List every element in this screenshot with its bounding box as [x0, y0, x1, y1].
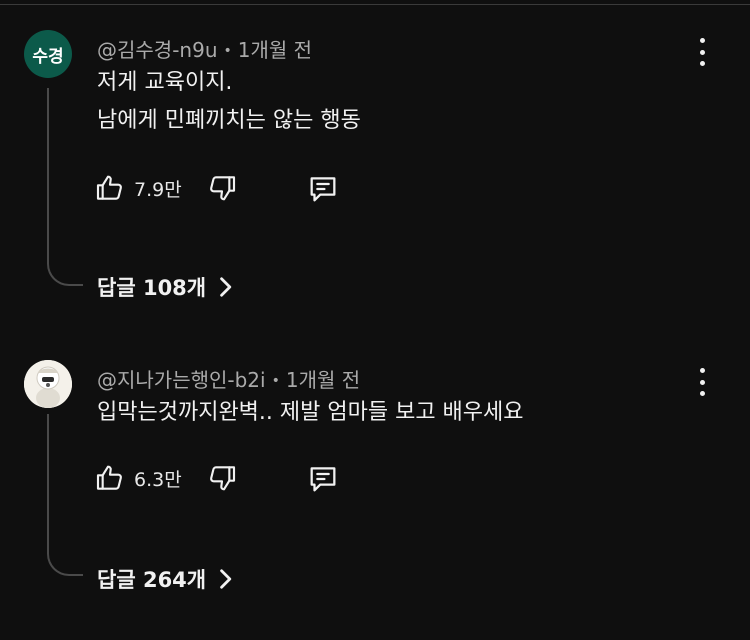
like-count: 6.3만 [134, 468, 182, 491]
timestamp[interactable]: 1개월 전 [286, 368, 360, 392]
timestamp[interactable]: 1개월 전 [238, 38, 312, 62]
comment-actions: 7.9만 [94, 172, 354, 212]
like-count: 7.9만 [134, 178, 182, 201]
comment-item: 수경 @김수경-n9u • 1개월 전 저게 교육이지. 남에게 민폐끼치는 않는 … [0, 0, 750, 320]
view-replies-button[interactable]: 답글 264개 [97, 564, 234, 594]
comment-text-line: 남에게 민폐끼치는 않는 행동 [97, 108, 361, 133]
more-options-button[interactable] [692, 38, 712, 66]
avatar-illustration-icon [24, 360, 72, 408]
thumbs-up-icon [96, 175, 122, 200]
more-vert-icon-dot [699, 368, 705, 373]
thumbs-down-icon [210, 176, 236, 201]
reply-button[interactable] [306, 172, 340, 206]
more-vert-icon-dot [699, 38, 705, 43]
dislike-button[interactable] [206, 462, 238, 494]
comment-meta: @지나가는행인-b2i • 1개월 전 [97, 364, 360, 393]
separator-dot: • [223, 43, 232, 59]
dislike-button[interactable] [206, 172, 238, 204]
more-vert-icon-dot [699, 379, 705, 385]
comment-icon [310, 177, 336, 202]
avatar[interactable]: 수경 [24, 30, 72, 78]
more-vert-icon-dot [699, 61, 705, 66]
thumbs-up-icon [96, 465, 122, 490]
thread-line [47, 88, 83, 286]
thumbs-down-icon [210, 466, 236, 491]
like-button[interactable]: 7.9만 [94, 172, 182, 204]
author-handle[interactable]: @지나가는행인-b2i [97, 368, 266, 392]
more-vert-icon-dot [699, 49, 705, 55]
chevron-right-icon [220, 277, 232, 297]
comment-item: @지나가는행인-b2i • 1개월 전 입막는것까지완벽.. 제발 엄마들 보고 배… [0, 330, 750, 640]
comment-text-line: 저게 교육이지. [97, 70, 233, 95]
comment-actions: 6.3만 [94, 462, 354, 502]
more-vert-icon-dot [699, 391, 705, 396]
avatar[interactable] [24, 360, 72, 408]
view-replies-button[interactable]: 답글 108개 [97, 272, 234, 302]
separator-dot: • [271, 373, 280, 389]
author-handle[interactable]: @김수경-n9u [97, 38, 218, 62]
comment-text: 입막는것까지완벽.. 제발 엄마들 보고 배우세요 [97, 394, 524, 432]
more-options-button[interactable] [692, 368, 712, 396]
comment-icon [310, 467, 336, 492]
comment-text-line: 입막는것까지완벽.. 제발 엄마들 보고 배우세요 [97, 400, 524, 425]
replies-count: 답글 264개 [97, 568, 207, 592]
thread-line [47, 414, 83, 576]
comment-meta: @김수경-n9u • 1개월 전 [97, 34, 312, 63]
reply-button[interactable] [306, 462, 340, 496]
chevron-right-icon [220, 569, 232, 589]
like-button[interactable]: 6.3만 [94, 462, 182, 494]
comment-text: 저게 교육이지. 남에게 민폐끼치는 않는 행동 [97, 64, 361, 140]
replies-count: 답글 108개 [97, 276, 207, 300]
